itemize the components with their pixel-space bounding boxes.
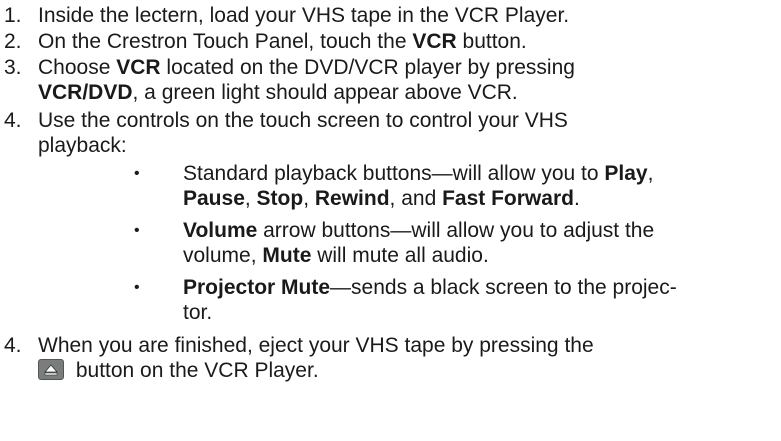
step-text: VCR/DVD, a green light should appear abo… <box>38 81 518 104</box>
bullet-icon: • <box>134 279 140 296</box>
step-text: Use the controls on the touch screen to … <box>38 109 568 132</box>
bullet-text: tor. <box>183 301 213 324</box>
bullet-text: volume, Mute will mute all audio. <box>183 244 489 267</box>
bullet-text: Projector Mute—sends a black screen to t… <box>183 276 677 299</box>
instruction-document: 1. Inside the lectern, load your VHS tap… <box>0 0 781 441</box>
step-number: 3. <box>4 56 22 79</box>
eject-icon <box>38 359 64 380</box>
step-text: When you are finished, eject your VHS ta… <box>38 334 594 357</box>
step-text: playback: <box>38 134 127 157</box>
step-number: 4. <box>4 334 22 357</box>
step-text: Inside the lectern, load your VHS tape i… <box>38 4 570 27</box>
step-text: button on the VCR Player. <box>38 358 768 383</box>
step-text: Choose VCR located on the DVD/VCR player… <box>38 56 575 79</box>
bullet-text: Standard playback buttons—will allow you… <box>183 162 654 185</box>
step-number: 2. <box>4 30 22 53</box>
bullet-text: Pause, Stop, Rewind, and Fast Forward. <box>183 187 580 210</box>
step-number: 1. <box>4 4 22 27</box>
step-number: 4. <box>4 109 22 132</box>
bullet-icon: • <box>134 165 140 182</box>
bullet-icon: • <box>134 222 140 239</box>
step-text: On the Crestron Touch Panel, touch the V… <box>38 30 527 53</box>
bullet-text: Volume arrow buttons—will allow you to a… <box>183 219 655 242</box>
